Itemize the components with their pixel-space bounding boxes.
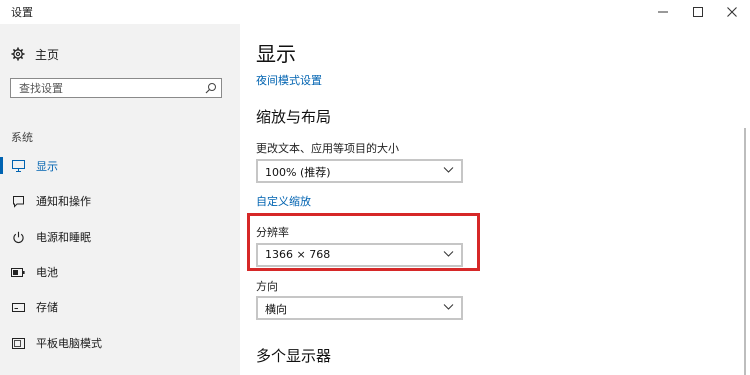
page-title: 显示: [256, 42, 296, 66]
sidebar-item-notifications[interactable]: 通知和操作: [0, 190, 240, 212]
monitor-icon: [11, 159, 25, 173]
active-indicator: [0, 157, 3, 174]
search-input[interactable]: [11, 79, 207, 97]
night-light-settings-link[interactable]: 夜间模式设置: [256, 72, 322, 88]
scale-label: 更改文本、应用等项目的大小: [256, 142, 399, 155]
section-label-system: 系统: [11, 131, 33, 144]
search-icon[interactable]: [205, 82, 217, 94]
sidebar-item-display[interactable]: 显示: [0, 155, 240, 177]
orientation-label: 方向: [256, 280, 278, 293]
sidebar-item-label: 存储: [36, 301, 58, 314]
scrollbar[interactable]: [744, 128, 746, 375]
sidebar-item-label: 显示: [36, 160, 58, 173]
orientation-dropdown[interactable]: 横向: [256, 296, 463, 320]
storage-icon: [11, 300, 25, 314]
sidebar-home[interactable]: 主页: [11, 44, 59, 64]
close-icon: [727, 6, 737, 17]
sidebar-item-label: 平板电脑模式: [36, 337, 102, 350]
sidebar-item-power[interactable]: 电源和睡眠: [0, 226, 240, 248]
sidebar: 主页 系统 显示 通知和操作 电源和睡眠 电池: [0, 24, 240, 375]
notification-icon: [11, 194, 25, 208]
sidebar-item-label: 通知和操作: [36, 195, 91, 208]
sidebar-item-storage[interactable]: 存储: [0, 296, 240, 318]
main-panel: 显示 夜间模式设置 缩放与布局 更改文本、应用等项目的大小 100% (推荐) …: [240, 24, 750, 375]
gear-icon: [11, 47, 25, 61]
battery-icon: [11, 265, 25, 279]
sidebar-item-label: 电池: [36, 266, 58, 279]
title-bar: 设置: [0, 0, 750, 24]
section-title-multiple-displays: 多个显示器: [256, 347, 332, 365]
minimize-icon: [658, 11, 668, 12]
maximize-icon: [693, 6, 703, 17]
close-button[interactable]: [715, 0, 749, 24]
maximize-button[interactable]: [681, 0, 715, 24]
orientation-value: 横向: [265, 303, 287, 316]
scale-value: 100% (推荐): [265, 166, 331, 179]
sidebar-item-label: 电源和睡眠: [36, 231, 91, 244]
sidebar-home-label: 主页: [35, 47, 60, 62]
custom-scaling-link[interactable]: 自定义缩放: [256, 193, 311, 209]
minimize-button[interactable]: [646, 0, 680, 24]
sidebar-item-tablet-mode[interactable]: 平板电脑模式: [0, 332, 240, 354]
app-title: 设置: [11, 6, 33, 19]
resolution-highlight-box: [247, 213, 480, 271]
scale-dropdown[interactable]: 100% (推荐): [256, 159, 463, 183]
chevron-down-icon: [443, 167, 454, 173]
tablet-icon: [11, 336, 25, 350]
section-title-scale-layout: 缩放与布局: [256, 108, 332, 126]
sidebar-item-battery[interactable]: 电池: [0, 261, 240, 283]
search-field[interactable]: [10, 78, 222, 98]
chevron-down-icon: [443, 304, 454, 310]
power-icon: [11, 230, 25, 244]
